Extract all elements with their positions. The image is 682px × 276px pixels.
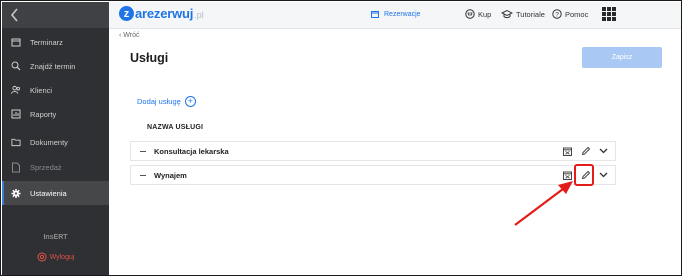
back-link[interactable]: ‹ Wróć [119,32,139,39]
folder-icon [11,137,21,147]
service-name: Wynajem [154,171,187,180]
nav-help[interactable]: ? Pomoc [552,9,588,19]
drag-handle-icon[interactable] [140,175,146,176]
service-row[interactable]: Wynajem [130,165,616,185]
nav-help-label: Pomoc [565,9,589,19]
logo-tld: .pl [194,10,204,20]
service-row[interactable]: Konsultacja lekarska [130,141,616,161]
annotation-highlight-box [574,164,594,186]
drag-handle-icon[interactable] [140,151,146,152]
edit-pencil-icon[interactable] [580,145,592,157]
sidebar-item-label: Ustawienia [30,188,67,198]
chevron-down-icon[interactable] [597,145,609,157]
app-window: Terminarz Znajdź termin Klienci Raporty … [0,0,682,276]
logout-label: Wyloguj [49,253,75,261]
add-service-label: Dodaj usługę [137,97,181,106]
sidebar-item-label: Sprzedaż [30,162,62,172]
nav-buy[interactable]: Kup [465,9,491,19]
add-service-button[interactable]: Dodaj usługę + [137,96,196,107]
logout-button[interactable]: Wyloguj [2,252,109,262]
sidebar-item-znajdz-termin[interactable]: Znajdź termin [2,54,109,78]
document-icon [11,162,21,172]
gear-icon [11,188,21,198]
logo-word: arezerwuj [135,6,194,21]
calendar-off-icon[interactable] [561,169,573,181]
power-icon [37,252,47,262]
sidebar-item-label: Terminarz [30,37,63,47]
calendar-off-icon[interactable] [561,145,573,157]
sidebar-item-label: Klienci [30,85,53,95]
calendar-icon [371,10,379,18]
top-bar: z arezerwuj .pl Rezerwacje Kup Tutoriale… [109,2,681,29]
reports-icon [11,109,21,119]
graduation-cap-icon [501,9,513,19]
sidebar-item-label: Znajdź termin [30,61,76,71]
logo-mark: z [119,6,134,21]
nav-tutorials-label: Tutoriale [516,9,545,19]
nav-tutorials[interactable]: Tutoriale [501,9,545,19]
save-button[interactable]: Zapisz [582,47,662,68]
logo[interactable]: z arezerwuj .pl [119,6,204,21]
sidebar-item-dokumenty[interactable]: Dokumenty [2,130,109,154]
page-title: Usługi [130,51,169,65]
sidebar-item-raporty[interactable]: Raporty [2,102,109,126]
sidebar-item-label: Dokumenty [30,137,68,147]
svg-text:?: ? [555,11,559,18]
apps-grid-icon[interactable] [602,7,616,21]
nav-reservations-label: Rezerwacje [384,10,421,18]
nav-buy-label: Kup [478,9,492,19]
service-name: Konsultacja lekarska [154,147,229,156]
calendar-icon [11,37,21,47]
collapse-sidebar-button[interactable] [2,2,109,28]
sidebar-item-label: Raporty [30,109,57,119]
column-header-service-name: NAZWA USŁUGI [147,124,204,131]
chevron-left-icon [10,8,18,22]
sidebar-item-klienci[interactable]: Klienci [2,78,109,102]
sidebar-item-ustawienia[interactable]: Ustawienia [2,181,109,205]
users-icon [11,85,21,95]
search-icon [11,61,21,71]
sidebar-item-terminarz[interactable]: Terminarz [2,30,109,54]
help-icon: ? [552,9,562,19]
plus-circle-icon: + [184,96,196,107]
sidebar: Terminarz Znajdź termin Klienci Raporty … [2,2,109,275]
nav-reservations[interactable]: Rezerwacje [371,10,421,18]
cart-icon [465,9,475,19]
brand-label: InsERT [43,234,68,241]
sidebar-item-sprzedaz[interactable]: Sprzedaż [2,155,109,179]
chevron-down-icon[interactable] [597,169,609,181]
